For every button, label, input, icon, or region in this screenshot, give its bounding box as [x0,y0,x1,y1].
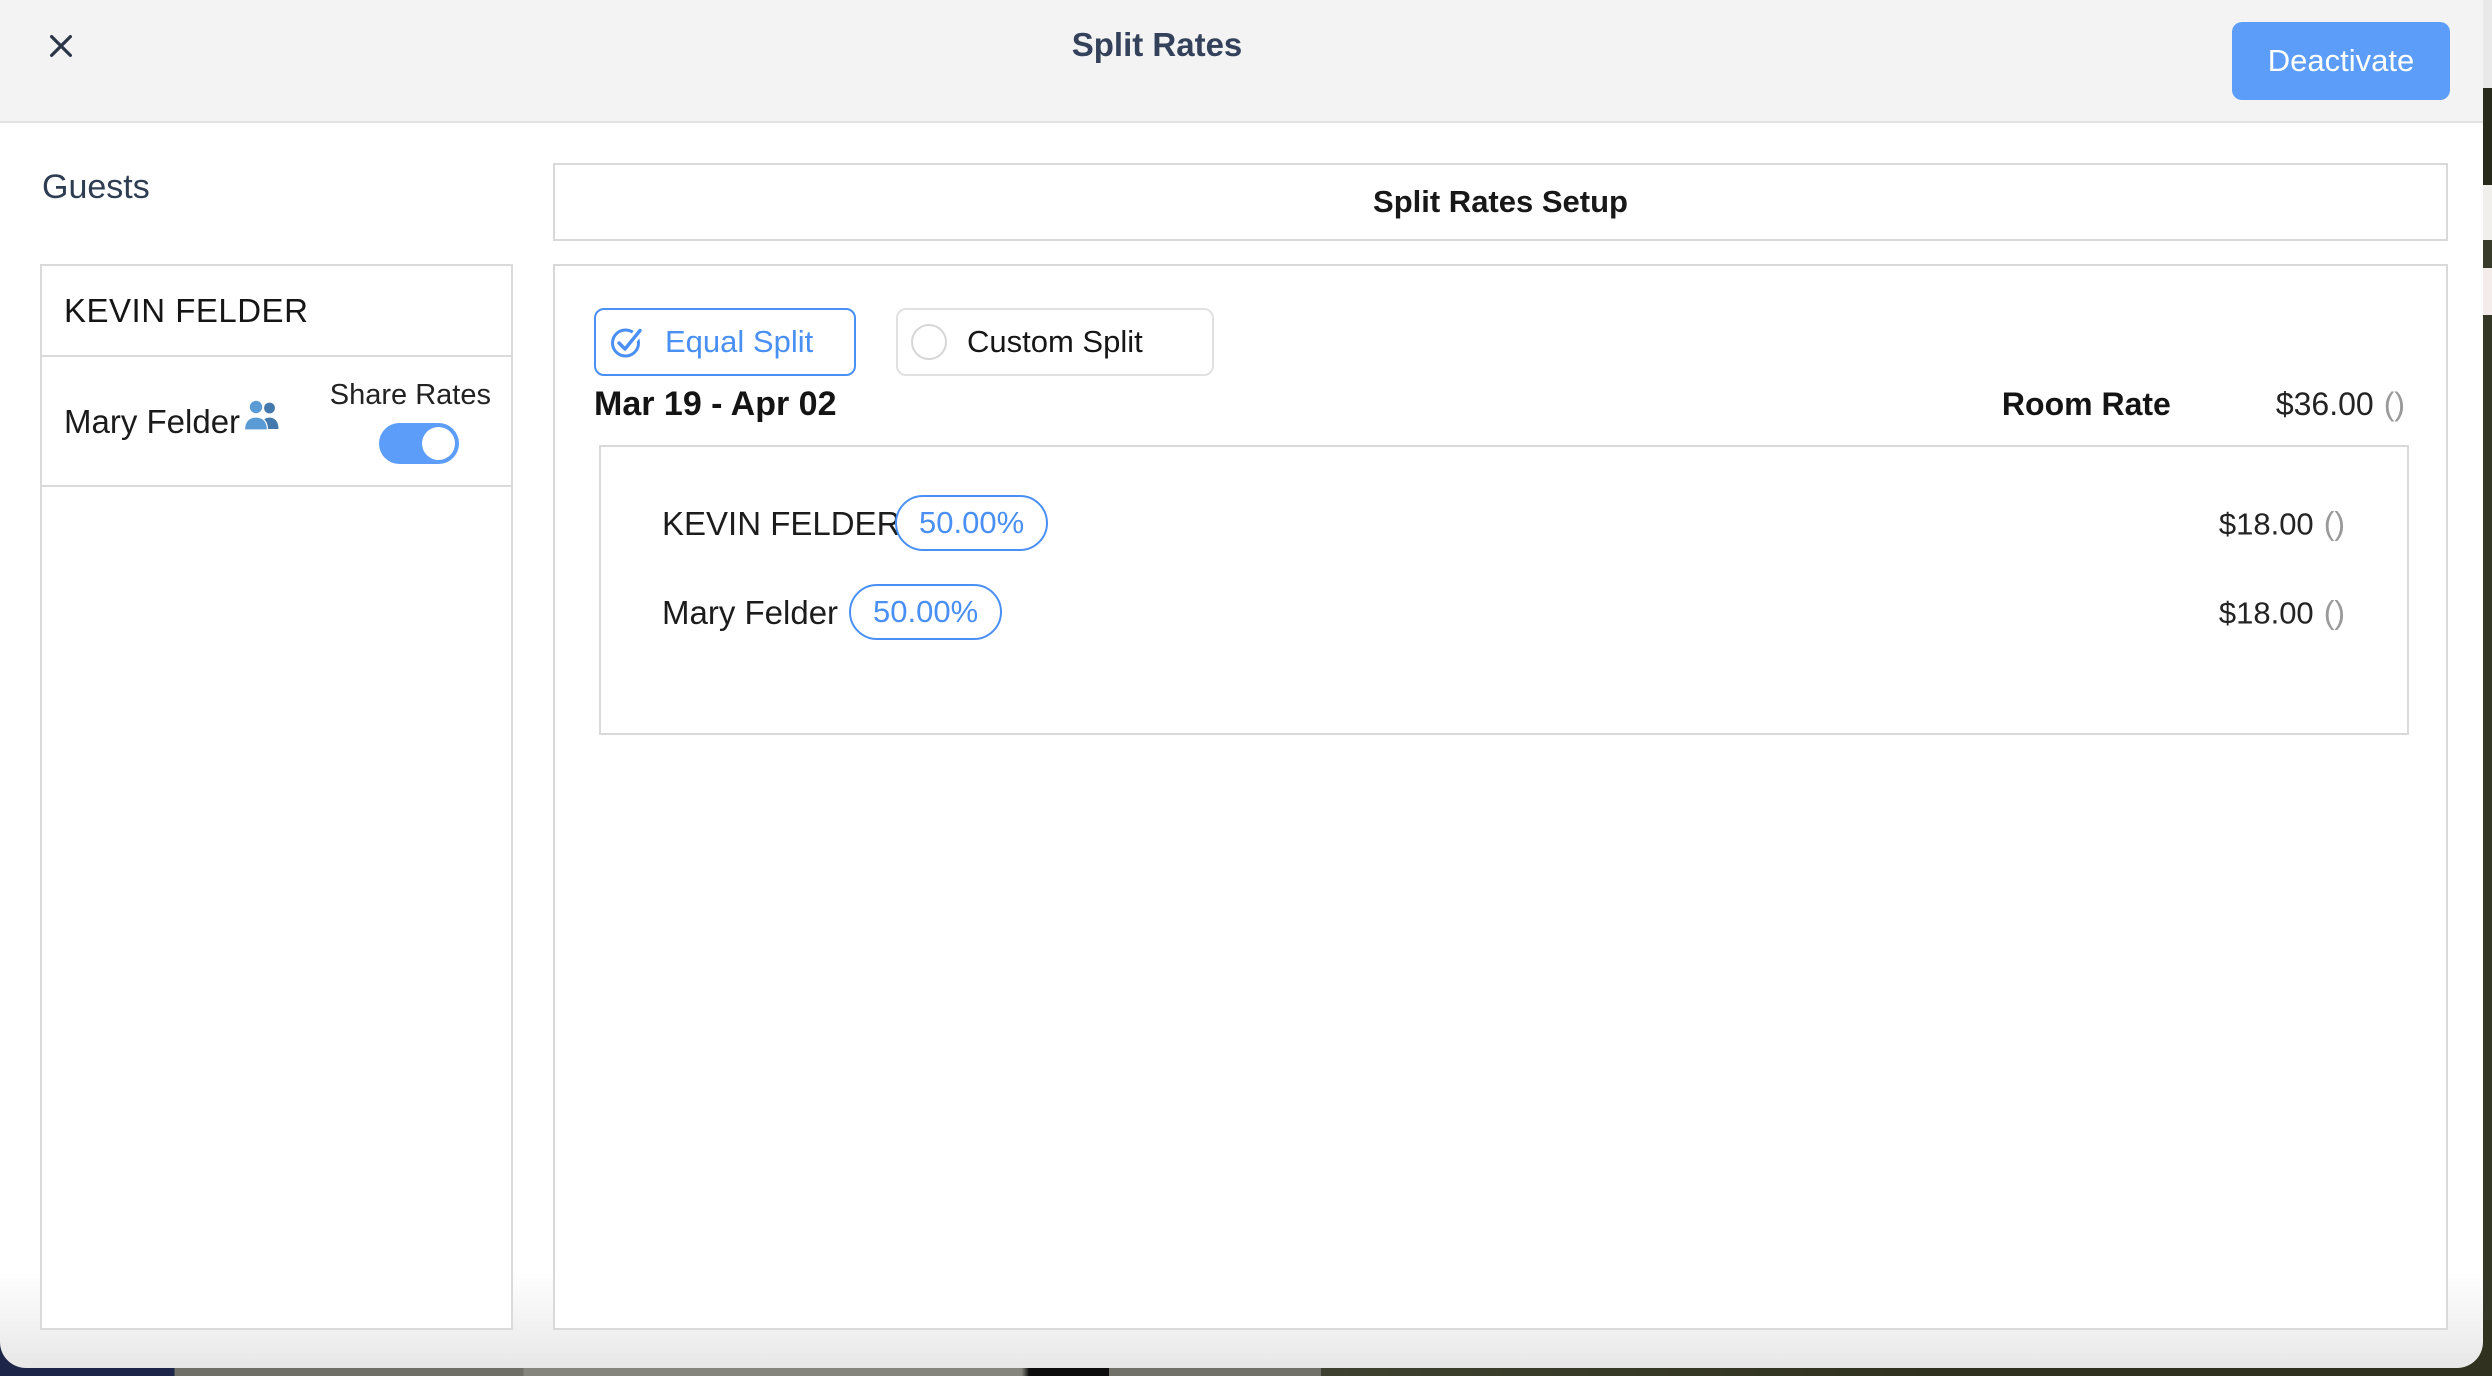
split-setup-panel: Equal Split Custom Split Mar 19 - Apr 02… [553,264,2448,1330]
share-rates-label: Share Rates [330,379,491,412]
split-row: Mary Felder 50.00% $18.00 () [601,584,2407,642]
primary-guest-name: KEVIN FELDER [64,292,308,330]
room-rate-label: Room Rate [2002,386,2171,423]
people-icon [243,398,281,436]
close-icon [46,31,78,61]
room-rate-amount: $36.00 [2276,386,2374,423]
guest-split-table: KEVIN FELDER 50.00% $18.00 () Mary Felde… [599,445,2409,735]
setup-header: Split Rates Setup [553,163,2448,241]
split-amount: $18.00 [2219,596,2314,632]
split-percent-input[interactable]: 50.00% [895,495,1048,551]
guest-row-primary[interactable]: KEVIN FELDER [42,266,511,357]
close-button[interactable] [36,20,88,72]
split-guest-name: Mary Felder [662,594,838,632]
check-circle-icon [609,324,645,360]
guest-list-panel: KEVIN FELDER Mary Felder Share Rates [40,264,513,1330]
rate-summary-row: Mar 19 - Apr 02 Room Rate $36.00 () [594,384,2405,424]
room-rate-group: Room Rate $36.00 () [2002,386,2405,423]
toggle-knob [422,427,455,460]
split-rates-modal: Split Rates Deactivate Guests KEVIN FELD… [0,0,2483,1368]
room-rate-note: () [2384,386,2405,423]
split-guest-name: KEVIN FELDER [662,505,900,543]
radio-circle-icon [911,324,947,360]
share-rates-toggle[interactable] [379,423,459,464]
split-amount-group: $18.00 () [2219,595,2345,632]
custom-split-button[interactable]: Custom Split [896,308,1214,376]
split-amount-note: () [2324,595,2345,632]
split-amount-group: $18.00 () [2219,506,2345,543]
secondary-guest-name: Mary Felder [64,403,240,441]
split-amount: $18.00 [2219,507,2314,543]
custom-split-label: Custom Split [967,324,1143,360]
guest-row-secondary[interactable]: Mary Felder Share Rates [42,357,511,487]
equal-split-button[interactable]: Equal Split [594,308,856,376]
deactivate-button[interactable]: Deactivate [2232,22,2450,100]
split-amount-note: () [2324,506,2345,543]
split-row: KEVIN FELDER 50.00% $18.00 () [601,495,2407,553]
page-title: Split Rates [1072,26,1243,64]
split-percent-input[interactable]: 50.00% [849,584,1002,640]
setup-title: Split Rates Setup [1373,184,1628,220]
guests-heading: Guests [42,168,150,207]
equal-split-label: Equal Split [665,324,813,360]
date-range: Mar 19 - Apr 02 [594,385,837,424]
modal-header-bar: Split Rates Deactivate [0,0,2483,123]
